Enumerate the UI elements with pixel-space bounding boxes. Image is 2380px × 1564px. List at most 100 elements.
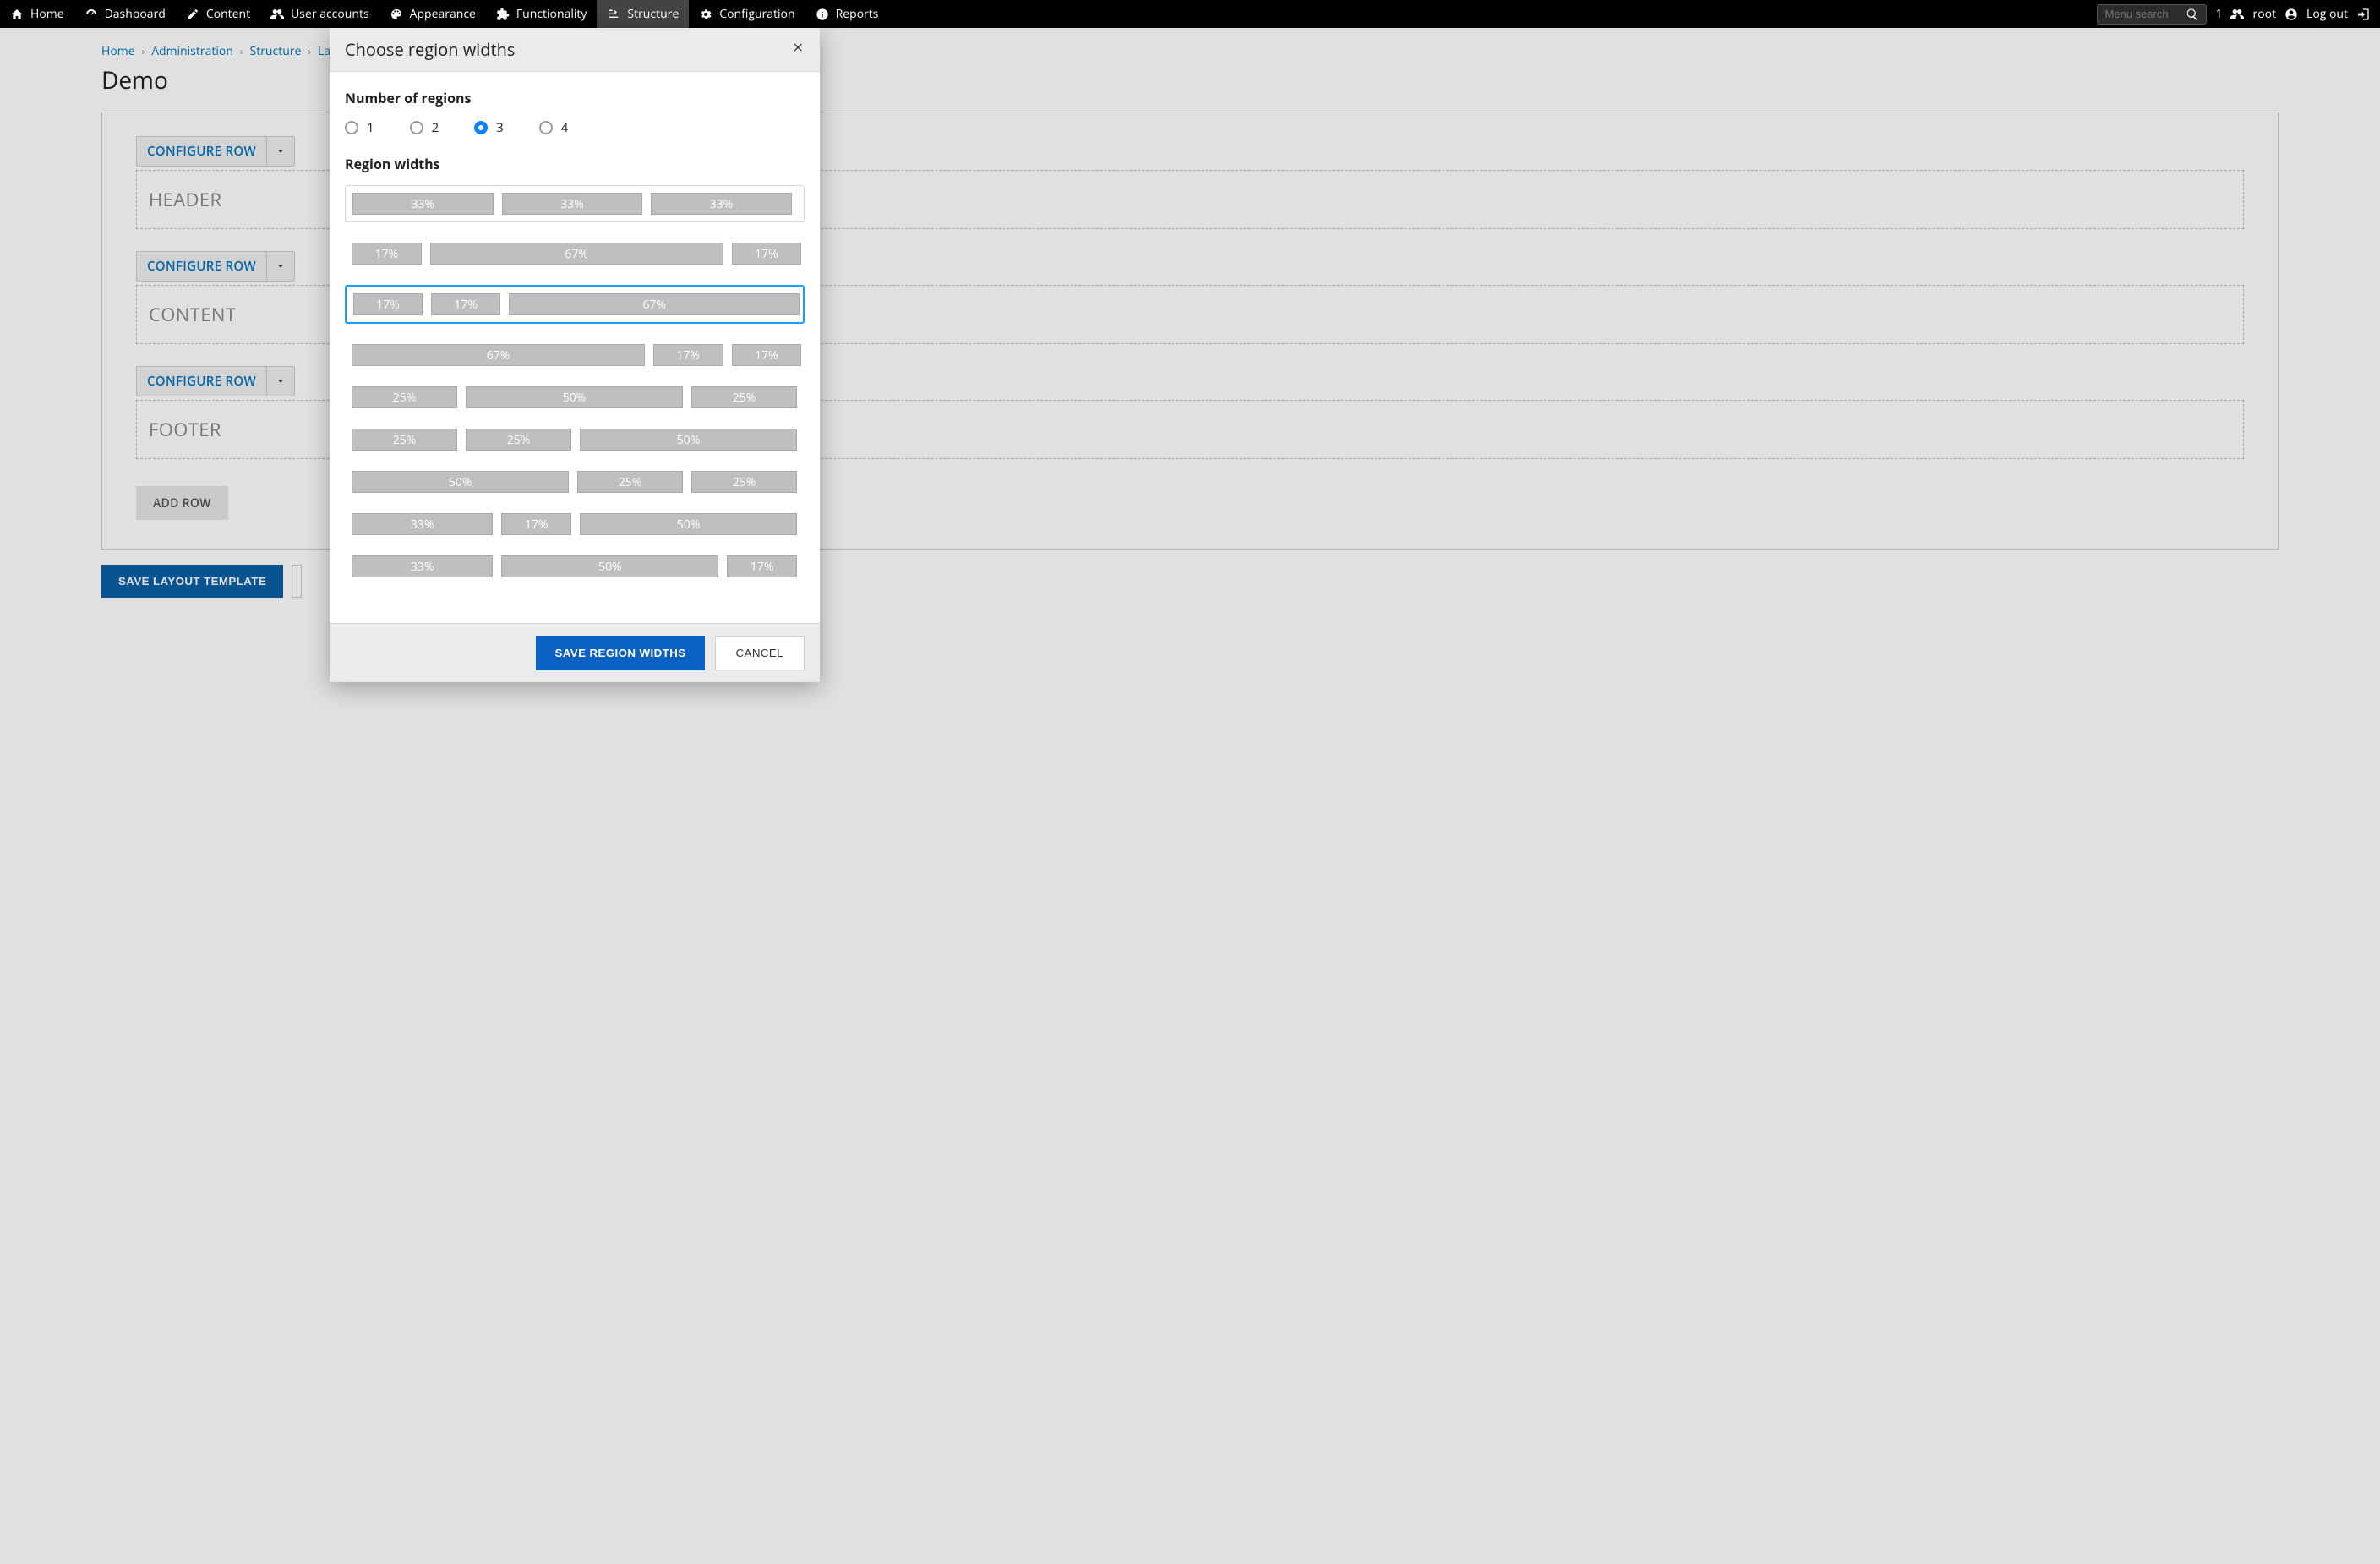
dashboard-icon bbox=[85, 8, 98, 21]
palette-icon bbox=[390, 8, 403, 21]
width-option-columns: 33%33%33% bbox=[352, 193, 797, 215]
toolbar-item-configuration[interactable]: Configuration bbox=[689, 0, 805, 28]
dialog-header: Choose region widths bbox=[330, 28, 820, 72]
radio-dot-icon bbox=[345, 121, 358, 134]
toolbar-item-appearance[interactable]: Appearance bbox=[379, 0, 486, 28]
puzzle-icon bbox=[496, 8, 510, 21]
radio-label: 1 bbox=[367, 119, 374, 136]
width-option-4[interactable]: 25%50%25% bbox=[345, 386, 805, 408]
width-column: 33% bbox=[352, 193, 494, 215]
user-count: 1 bbox=[2215, 6, 2222, 22]
logout-link[interactable]: Log out bbox=[2306, 6, 2348, 22]
width-column: 25% bbox=[466, 429, 571, 451]
width-column: 67% bbox=[509, 293, 800, 315]
width-column: 50% bbox=[501, 555, 718, 577]
width-column: 17% bbox=[653, 344, 723, 366]
logout-icon[interactable] bbox=[2356, 8, 2370, 21]
width-option-7[interactable]: 33%17%50% bbox=[345, 513, 805, 535]
regions-radio-4[interactable]: 4 bbox=[539, 119, 569, 136]
close-icon[interactable] bbox=[793, 41, 805, 57]
toolbar-item-reports[interactable]: Reports bbox=[805, 0, 889, 28]
width-option-1[interactable]: 17% 67% 17% bbox=[345, 243, 805, 265]
width-option-2[interactable]: 17% 17% 67% bbox=[345, 285, 805, 324]
dialog-footer: SAVE REGION WIDTHS CANCEL bbox=[330, 623, 820, 682]
width-option-0[interactable]: 33%33%33% bbox=[345, 185, 805, 222]
admin-toolbar-left: Home Dashboard Content User accounts Appeara… bbox=[0, 0, 888, 28]
users-icon[interactable] bbox=[2230, 8, 2244, 21]
width-column: 17% bbox=[732, 344, 802, 366]
structure-icon bbox=[607, 8, 620, 21]
toolbar-item-dashboard[interactable]: Dashboard bbox=[74, 0, 176, 28]
toolbar-item-structure[interactable]: Structure bbox=[597, 0, 689, 28]
width-option-columns: 17%17%67% bbox=[353, 293, 796, 315]
gear-icon bbox=[699, 8, 712, 21]
width-column: 67% bbox=[352, 344, 645, 366]
width-column: 50% bbox=[466, 386, 683, 408]
width-column: 17% bbox=[431, 293, 500, 315]
radio-dot-icon bbox=[474, 121, 488, 134]
cancel-button[interactable]: CANCEL bbox=[715, 636, 805, 670]
radio-dot-icon bbox=[410, 121, 423, 134]
toolbar-item-label: Dashboard bbox=[105, 6, 166, 22]
width-column: 50% bbox=[352, 471, 569, 493]
dialog-body: Number of regions 1 2 3 4 Region widths 33%… bbox=[330, 72, 820, 623]
width-column: 25% bbox=[577, 471, 683, 493]
toolbar-item-label: Functionality bbox=[516, 6, 587, 22]
width-column: 17% bbox=[352, 243, 422, 265]
width-option-5[interactable]: 25% 25% 50% bbox=[345, 429, 805, 451]
regions-radio-3[interactable]: 3 bbox=[474, 119, 504, 136]
toolbar-item-label: Content bbox=[206, 6, 250, 22]
width-column: 25% bbox=[352, 429, 457, 451]
search-icon bbox=[2186, 8, 2199, 21]
dialog-title: Choose region widths bbox=[345, 38, 515, 61]
radio-label: 3 bbox=[496, 119, 504, 136]
width-column: 17% bbox=[353, 293, 423, 315]
info-icon bbox=[816, 8, 829, 21]
toolbar-item-label: Home bbox=[30, 6, 64, 22]
toolbar-item-label: Configuration bbox=[719, 6, 794, 22]
radio-label: 4 bbox=[561, 119, 569, 136]
toolbar-item-user-accounts[interactable]: User accounts bbox=[260, 0, 379, 28]
radio-label: 2 bbox=[432, 119, 439, 136]
width-option-3[interactable]: 67% 17% 17% bbox=[345, 344, 805, 366]
region-widths-dialog: Choose region widths Number of regions 1… bbox=[330, 28, 820, 682]
width-column: 33% bbox=[502, 193, 643, 215]
users-icon bbox=[270, 8, 284, 21]
menu-search-input[interactable] bbox=[2104, 8, 2181, 20]
toolbar-item-content[interactable]: Content bbox=[176, 0, 260, 28]
pencil-icon bbox=[186, 8, 199, 21]
toolbar-item-label: Appearance bbox=[410, 6, 476, 22]
toolbar-item-functionality[interactable]: Functionality bbox=[486, 0, 598, 28]
toolbar-item-home[interactable]: Home bbox=[0, 0, 74, 28]
radio-dot-icon bbox=[539, 121, 553, 134]
username[interactable]: root bbox=[2252, 6, 2276, 22]
width-column: 50% bbox=[580, 513, 797, 535]
menu-search[interactable] bbox=[2097, 4, 2207, 25]
num-regions-label: Number of regions bbox=[345, 89, 805, 107]
width-column: 50% bbox=[580, 429, 797, 451]
width-option-columns: 33%17%50% bbox=[352, 513, 798, 535]
regions-radio-1[interactable]: 1 bbox=[345, 119, 374, 136]
user-avatar-icon[interactable] bbox=[2284, 8, 2298, 21]
width-column: 25% bbox=[691, 471, 797, 493]
admin-toolbar: Home Dashboard Content User accounts Appeara… bbox=[0, 0, 2380, 28]
width-option-columns: 25%50%25% bbox=[352, 386, 798, 408]
num-regions-radios: 1 2 3 4 bbox=[345, 119, 805, 136]
save-region-widths-button[interactable]: SAVE REGION WIDTHS bbox=[536, 636, 704, 670]
width-option-columns: 33%50%17% bbox=[352, 555, 798, 577]
width-option-columns: 25% 25% 50% bbox=[352, 429, 798, 451]
width-column: 17% bbox=[501, 513, 571, 535]
region-widths-label: Region widths bbox=[345, 155, 805, 173]
width-option-8[interactable]: 33%50%17% bbox=[345, 555, 805, 577]
width-column: 25% bbox=[352, 386, 457, 408]
region-width-options: 33%33%33%17%67%17%17%17%67%67%17%17%25%5… bbox=[345, 185, 805, 577]
width-column: 67% bbox=[430, 243, 723, 265]
width-option-columns: 50% 25% 25% bbox=[352, 471, 798, 493]
width-column: 17% bbox=[727, 555, 797, 577]
width-option-6[interactable]: 50% 25% 25% bbox=[345, 471, 805, 493]
home-icon bbox=[10, 8, 24, 21]
toolbar-item-label: Reports bbox=[836, 6, 879, 22]
width-column: 17% bbox=[732, 243, 802, 265]
regions-radio-2[interactable]: 2 bbox=[410, 119, 439, 136]
toolbar-item-label: Structure bbox=[627, 6, 679, 22]
